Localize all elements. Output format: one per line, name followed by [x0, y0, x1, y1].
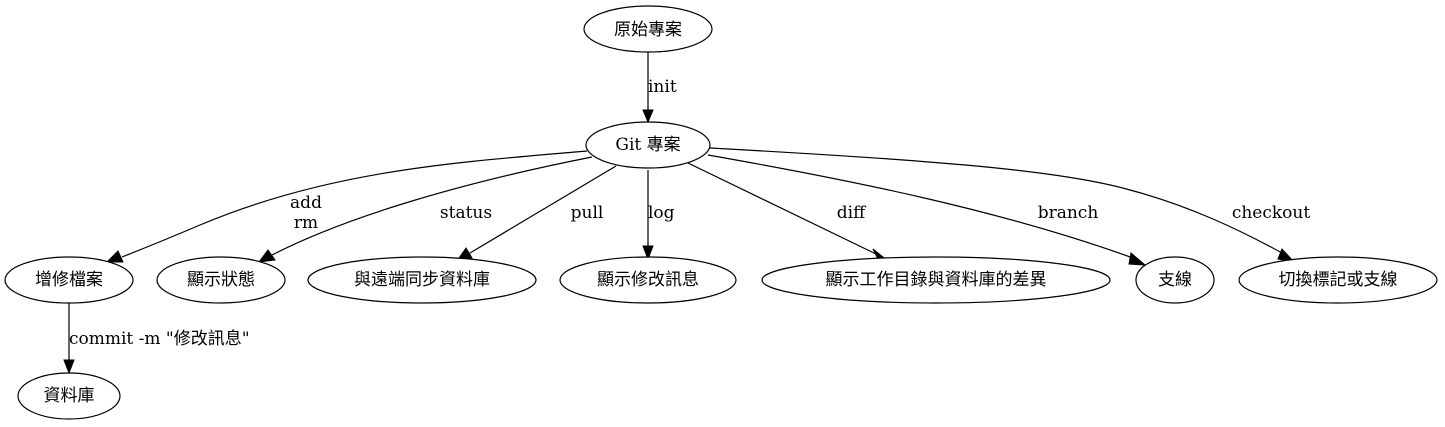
edge-log: log — [642, 170, 675, 261]
edge-label-checkout: checkout — [1232, 203, 1311, 223]
node-show-status: 顯示狀態 — [156, 256, 286, 304]
edge-diff: diff — [687, 162, 889, 262]
git-workflow-diagram: init add rm status pull log diff branch … — [4, 5, 1438, 420]
node-git-project: Git 專案 — [585, 121, 711, 169]
node-label-branch: 支線 — [1158, 270, 1192, 290]
edge-branch: branch — [707, 154, 1147, 266]
node-label-show-status: 顯示狀態 — [187, 270, 255, 290]
edge-init: init — [642, 52, 677, 124]
node-label-add-modify-files: 增修檔案 — [35, 270, 103, 290]
node-label-show-diff: 顯示工作目錄與資料庫的差異 — [826, 270, 1047, 290]
node-show-log-messages: 顯示修改訊息 — [559, 256, 737, 304]
edge-label-commit: commit -m "修改訊息" — [69, 329, 250, 349]
edge-label-diff: diff — [837, 203, 867, 223]
edge-label-log: log — [648, 203, 675, 223]
node-branch: 支線 — [1135, 256, 1215, 304]
node-add-modify-files: 增修檔案 — [4, 256, 134, 304]
node-label-repository: 資料庫 — [44, 386, 95, 406]
edge-label-status: status — [440, 203, 492, 223]
edge-label-pull: pull — [571, 203, 604, 223]
node-original-project: 原始專案 — [583, 5, 713, 53]
node-label-original-project: 原始專案 — [614, 20, 682, 40]
node-label-show-log-messages: 顯示修改訊息 — [597, 270, 699, 290]
edge-add-rm: add rm — [105, 150, 588, 263]
node-label-switch-tag-or-branch: 切換標記或支線 — [1279, 270, 1398, 290]
node-show-diff: 顯示工作目錄與資料庫的差異 — [761, 256, 1111, 304]
node-switch-tag-or-branch: 切換標記或支線 — [1238, 256, 1438, 304]
node-sync-with-remote: 與遠端同步資料庫 — [307, 256, 537, 304]
edge-label-add: add — [290, 193, 322, 213]
edge-commit: commit -m "修改訊息" — [63, 303, 250, 375]
edge-label-rm: rm — [294, 213, 318, 233]
edge-checkout: checkout — [709, 147, 1311, 263]
node-repository: 資料庫 — [17, 372, 121, 420]
node-label-git-project: Git 專案 — [615, 135, 680, 155]
edge-label-branch: branch — [1038, 203, 1099, 223]
node-label-sync-with-remote: 與遠端同步資料庫 — [354, 270, 490, 290]
edge-label-init: init — [648, 77, 677, 97]
